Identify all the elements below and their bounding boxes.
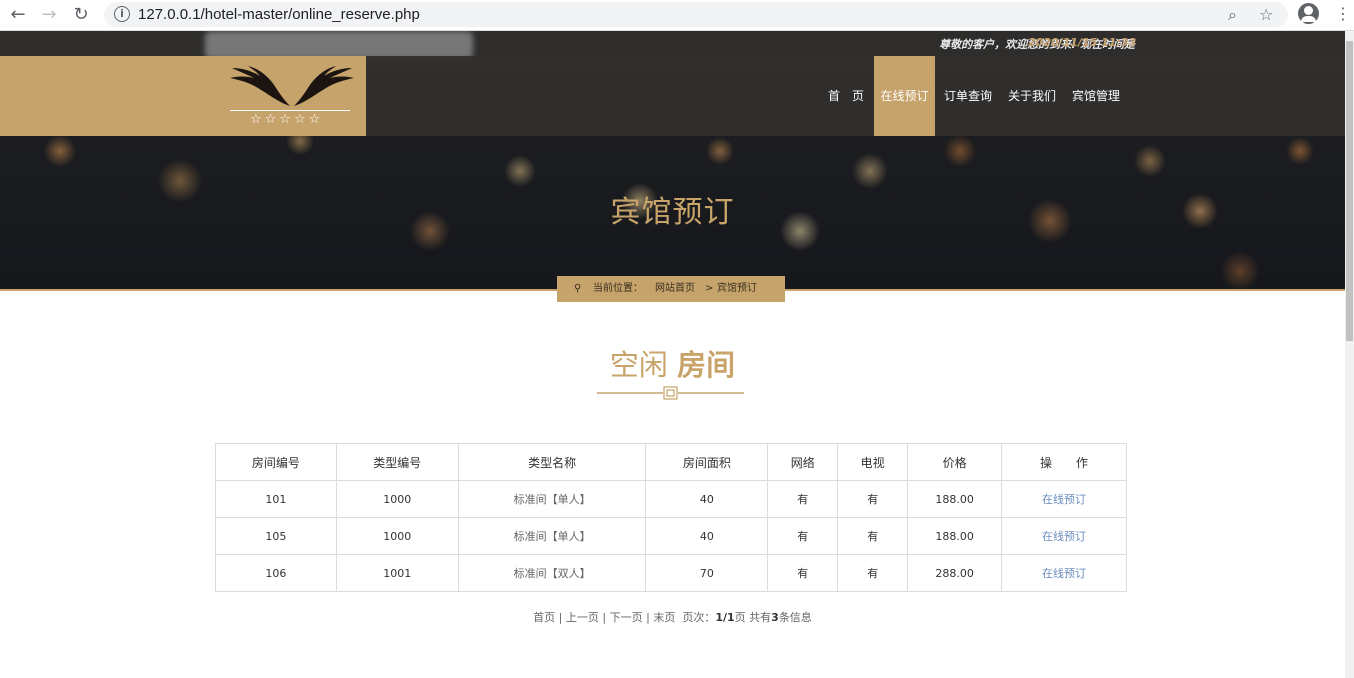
pager-total-count: 3 — [771, 611, 779, 624]
reserve-link[interactable]: 在线预订 — [1042, 567, 1086, 580]
tv: 有 — [837, 554, 909, 592]
breadcrumb-separator: > — [705, 283, 714, 294]
pager-pages-value: 1/1 — [715, 611, 735, 624]
tv: 有 — [837, 517, 909, 555]
redacted-area — [205, 31, 473, 59]
action-cell: 在线预订 — [1001, 554, 1127, 592]
nav-online-reserve[interactable]: 在线预订 — [874, 56, 935, 136]
reserve-link[interactable]: 在线预订 — [1042, 493, 1086, 506]
table-header-row: 房间编号 类型编号 类型名称 房间面积 网络 电视 价格 操 作 — [215, 443, 1127, 481]
pager-total-prefix: 共有 — [749, 611, 772, 624]
column-header: 房间编号 — [215, 443, 337, 481]
price: 188.00 — [907, 517, 1003, 555]
pager-first-link[interactable]: 首页 — [533, 611, 555, 624]
column-header: 价格 — [907, 443, 1003, 481]
column-header: 电视 — [837, 443, 909, 481]
wings-logo-icon — [230, 66, 354, 106]
pager-separator: | — [558, 611, 563, 624]
pager-separator: | — [646, 611, 650, 624]
type-id: 1001 — [335, 554, 459, 592]
logo-underline — [230, 110, 350, 111]
type-name: 标准间【双人】 — [457, 554, 647, 592]
address-bar[interactable]: i 127.0.0.1/hotel-master/online_reserve.… — [104, 2, 1288, 27]
url-text[interactable]: 127.0.0.1/hotel-master/online_reserve.ph… — [138, 4, 420, 25]
price: 188.00 — [907, 480, 1003, 518]
column-header: 操 作 — [1001, 443, 1127, 481]
room-number: 106 — [215, 554, 337, 592]
room-area: 40 — [645, 480, 769, 518]
table-row: 101 1000 标准间【单人】 40 有 有 188.00 在线预订 — [215, 480, 1127, 518]
room-number: 105 — [215, 517, 337, 555]
breadcrumb-label: 当前位置： — [593, 283, 643, 294]
nav-about-us[interactable]: 关于我们 — [1001, 56, 1063, 136]
scrollbar-thumb[interactable] — [1346, 41, 1353, 341]
pager-pages-unit: 页 — [734, 611, 746, 624]
location-pin-icon: ⚲ — [574, 283, 582, 294]
type-name: 标准间【单人】 — [457, 517, 647, 555]
page-scrollbar[interactable] — [1345, 31, 1354, 678]
network: 有 — [767, 517, 839, 555]
site-info-icon[interactable]: i — [114, 6, 130, 22]
reserve-link[interactable]: 在线预订 — [1042, 530, 1086, 543]
column-header: 网络 — [767, 443, 839, 481]
profile-avatar-icon[interactable] — [1298, 3, 1319, 24]
page-title: 宾馆预订 — [610, 195, 735, 230]
breadcrumb-home-link[interactable]: 网站首页 — [655, 276, 695, 302]
type-id: 1000 — [335, 480, 459, 518]
welcome-bar: 尊敬的客户，欢迎您的到来! 现在时间是 2020/11/15 11:33 — [0, 31, 1345, 59]
pager-pages-label: 页次： — [682, 611, 716, 624]
type-name: 标准间【单人】 — [457, 480, 647, 518]
pagination: 首页 | 上一页 | 下一页 | 末页 页次：1/1页 共有3条信息 — [0, 609, 1345, 625]
breadcrumb-current: 宾馆预订 — [717, 283, 757, 294]
column-header: 房间面积 — [645, 443, 769, 481]
bookmark-star-icon[interactable]: ☆ — [1259, 4, 1273, 25]
pager-prev-link[interactable]: 上一页 — [566, 611, 599, 624]
browser-toolbar: ← → ↻ i 127.0.0.1/hotel-master/online_re… — [0, 0, 1354, 31]
browser-menu-icon[interactable]: ⋮ — [1335, 3, 1351, 25]
hotel-logo[interactable]: ☆☆☆☆☆ — [0, 56, 366, 136]
column-header: 类型编号 — [335, 443, 459, 481]
reload-icon[interactable]: ↻ — [70, 4, 92, 26]
room-area: 70 — [645, 554, 769, 592]
section-title: 空闲 房间 — [0, 342, 1345, 384]
back-arrow-icon[interactable]: ← — [7, 4, 29, 26]
pager-last-link[interactable]: 末页 — [653, 611, 675, 624]
pager-total-suffix: 条信息 — [778, 611, 812, 624]
zoom-icon[interactable]: ⌕ — [1228, 4, 1237, 25]
nav-home[interactable]: 首 页 — [820, 56, 872, 136]
ornament-divider-icon — [597, 386, 744, 400]
pager-separator: | — [602, 611, 607, 624]
forward-arrow-icon[interactable]: → — [38, 4, 60, 26]
breadcrumb: ⚲ 当前位置： 网站首页 > 宾馆预订 — [557, 276, 785, 302]
network: 有 — [767, 554, 839, 592]
network: 有 — [767, 480, 839, 518]
current-time: 2020/11/15 11:33 — [1028, 36, 1137, 49]
section-title-bold: 房间 — [677, 348, 736, 382]
room-table: 房间编号 类型编号 类型名称 房间面积 网络 电视 价格 操 作 101 100… — [215, 443, 1127, 592]
nav-order-query[interactable]: 订单查询 — [937, 56, 999, 136]
table-row: 105 1000 标准间【单人】 40 有 有 188.00 在线预订 — [215, 517, 1127, 555]
type-id: 1000 — [335, 517, 459, 555]
section-title-light: 空闲 — [609, 348, 668, 382]
tv: 有 — [837, 480, 909, 518]
column-header: 类型名称 — [457, 443, 647, 481]
table-row: 106 1001 标准间【双人】 70 有 有 288.00 在线预订 — [215, 554, 1127, 592]
pager-next-link[interactable]: 下一页 — [610, 611, 643, 624]
page-content: 尊敬的客户，欢迎您的到来! 现在时间是 2020/11/15 11:33 ☆☆☆… — [0, 31, 1345, 678]
five-star-rating-icon: ☆☆☆☆☆ — [250, 112, 324, 127]
action-cell: 在线预订 — [1001, 480, 1127, 518]
nav-hotel-admin[interactable]: 宾馆管理 — [1065, 56, 1127, 136]
action-cell: 在线预订 — [1001, 517, 1127, 555]
price: 288.00 — [907, 554, 1003, 592]
room-number: 101 — [215, 480, 337, 518]
room-area: 40 — [645, 517, 769, 555]
